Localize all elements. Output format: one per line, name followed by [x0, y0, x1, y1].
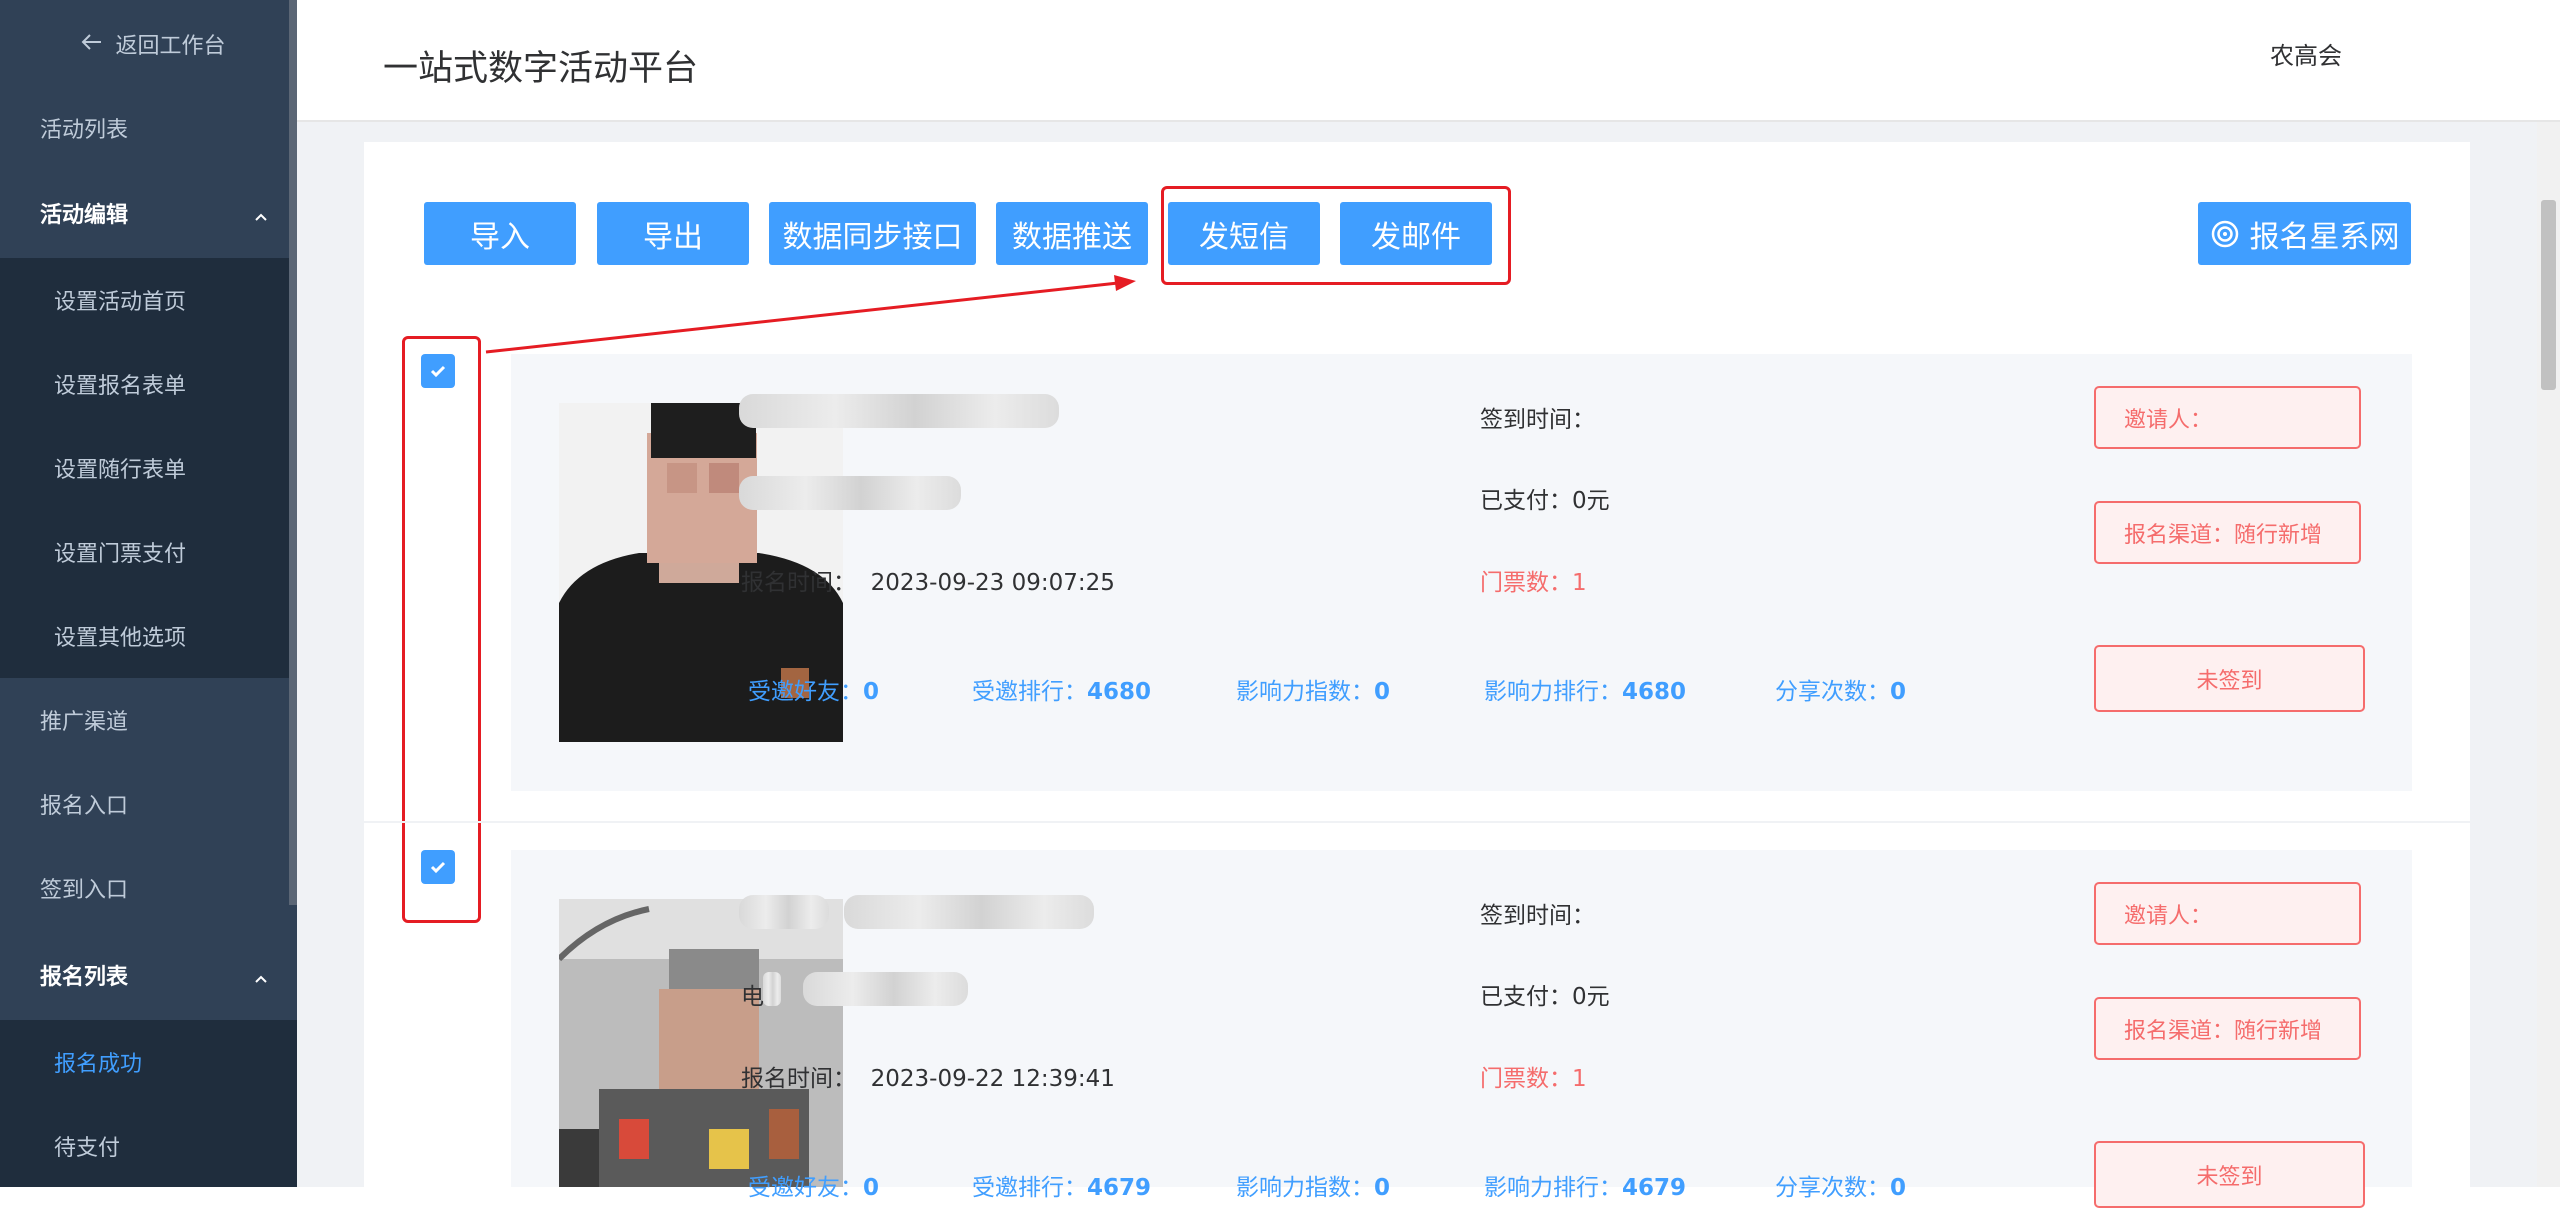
influence-rank-stat: 影响力排行：4679 [1484, 1175, 1687, 1201]
invited-friends-stat: 受邀好友：0 [748, 1175, 880, 1201]
ticket-count: 门票数：1 [1480, 570, 1587, 596]
phone-redacted [739, 476, 961, 510]
checkin-status-badge[interactable]: 未签到 [2094, 645, 2365, 712]
inviter-tag: 邀请人： [2094, 386, 2361, 449]
channel-tag: 报名渠道： 随行新增 [2094, 501, 2361, 564]
phone-prefix: 电 [741, 984, 764, 1010]
influence-index-stat: 影响力指数：0 [1236, 679, 1391, 705]
paid-amount: 已支付：0元 [1480, 984, 1610, 1010]
registration-card: 电 报名时间： 2023-09-22 12:39:41 签到时间： 已支付：0元… [511, 850, 2412, 1208]
phone-redacted [763, 972, 781, 1006]
row-checkbox[interactable] [421, 354, 455, 388]
name-redacted [739, 895, 829, 929]
check-icon [430, 365, 446, 378]
share-count-stat: 分享次数：0 [1775, 1175, 1907, 1201]
name-redacted [844, 895, 1094, 929]
invited-rank-stat: 受邀排行：4680 [972, 679, 1152, 705]
checkin-time: 签到时间： [1480, 407, 1595, 433]
ticket-count: 门票数：1 [1480, 1066, 1587, 1092]
check-icon [430, 861, 446, 874]
registration-card: 报名时间： 2023-09-23 09:07:25 签到时间： 已支付：0元 门… [511, 354, 2412, 791]
name-redacted [739, 394, 1059, 428]
invited-friends-stat: 受邀好友：0 [748, 679, 880, 705]
checkin-status-badge[interactable]: 未签到 [2094, 1141, 2365, 1208]
row-checkbox[interactable] [421, 850, 455, 884]
checkin-time: 签到时间： [1480, 903, 1595, 929]
invited-rank-stat: 受邀排行：4679 [972, 1175, 1152, 1201]
avatar-photo [559, 899, 843, 1187]
signup-time: 报名时间： 2023-09-22 12:39:41 [741, 1066, 1115, 1092]
paid-amount: 已支付：0元 [1480, 488, 1610, 514]
influence-rank-stat: 影响力排行：4680 [1484, 679, 1687, 705]
divider [364, 821, 2473, 823]
phone-redacted [803, 972, 968, 1006]
signup-time: 报名时间： 2023-09-23 09:07:25 [741, 570, 1115, 596]
inviter-tag: 邀请人： [2094, 882, 2361, 945]
share-count-stat: 分享次数：0 [1775, 679, 1907, 705]
influence-index-stat: 影响力指数：0 [1236, 1175, 1391, 1201]
person-photo-icon [559, 899, 843, 1187]
channel-tag: 报名渠道： 随行新增 [2094, 997, 2361, 1060]
